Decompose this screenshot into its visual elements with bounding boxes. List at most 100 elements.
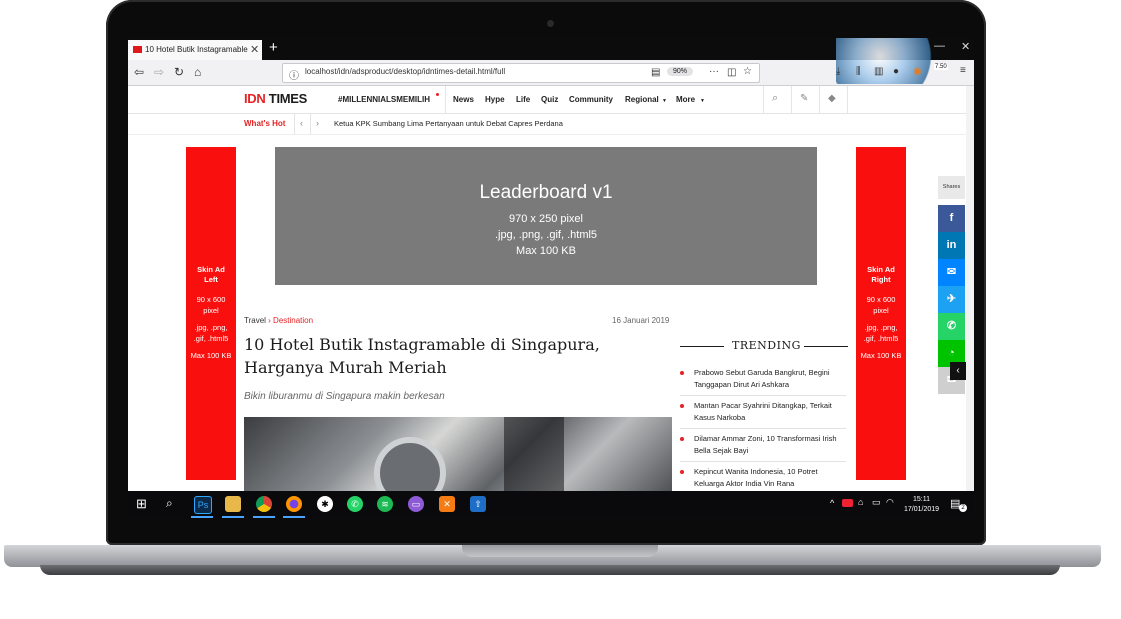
nav-hype[interactable]: Hype: [485, 95, 505, 104]
spotify-icon[interactable]: ≋: [377, 496, 393, 512]
extension-icon[interactable]: ●: [893, 66, 899, 77]
page-actions-icon[interactable]: ···: [709, 66, 719, 77]
wifi-icon[interactable]: ◠: [886, 497, 894, 508]
active-app-indicator: [253, 516, 275, 518]
media-app-icon[interactable]: ▭: [408, 496, 424, 512]
active-app-indicator: [283, 516, 305, 518]
leaderboard-max: Max 100 KB: [516, 245, 576, 257]
windows-start-icon[interactable]: ⊞: [136, 496, 147, 512]
header-divider: [763, 86, 764, 113]
divider: [310, 114, 311, 134]
url-bar[interactable]: ⓘ localhost/idn/adsproduct/desktop/idnti…: [282, 63, 760, 83]
battery-icon[interactable]: ▭: [872, 497, 881, 508]
notification-count: 2: [959, 504, 967, 512]
firefox-icon[interactable]: [286, 496, 302, 512]
collapse-share-icon[interactable]: ‹: [950, 362, 966, 380]
ticker-prev-icon[interactable]: ‹: [300, 118, 303, 128]
search-icon[interactable]: ⌕: [166, 496, 173, 511]
tray-app-icon[interactable]: [842, 499, 853, 507]
pencil-icon[interactable]: ✎: [800, 93, 808, 104]
taskbar-clock[interactable]: 15:11 17/01/2019: [904, 495, 939, 515]
facebook-icon[interactable]: f: [938, 205, 965, 232]
header-divider: [445, 86, 446, 113]
article-lead: Bikin liburanmu di Singapura makin berke…: [244, 391, 445, 402]
messenger-icon[interactable]: ✉: [938, 259, 965, 286]
breadcrumb: Travel › Destination: [244, 316, 314, 325]
search-icon[interactable]: ⌕: [772, 92, 778, 105]
tray-expand-icon[interactable]: ^: [830, 498, 834, 508]
slack-icon[interactable]: ✱: [317, 496, 333, 512]
web-page: IDN TIMES #MILLENNIALSMEMILIH News Hype …: [128, 86, 974, 518]
file-explorer-icon[interactable]: [225, 496, 241, 512]
reload-icon[interactable]: ↻: [174, 65, 184, 79]
whatsapp-icon[interactable]: ✆: [938, 313, 965, 340]
back-icon[interactable]: ⇦: [134, 65, 144, 79]
laptop-notch: [462, 545, 658, 557]
trending-rule-left: [680, 346, 724, 347]
breadcrumb-destination[interactable]: Destination: [273, 316, 313, 325]
forward-icon[interactable]: ⇨: [154, 65, 164, 79]
skin-ad-left[interactable]: Skin Ad Left 90 x 600 pixel .jpg, .png, .gi…: [186, 147, 236, 480]
idn-times-logo[interactable]: IDN TIMES: [244, 91, 307, 106]
twitter-icon[interactable]: ✈: [938, 286, 965, 313]
chrome-icon[interactable]: [256, 496, 272, 512]
browser-tab[interactable]: 10 Hotel Butik Instagramable di Singapur…: [128, 40, 262, 60]
nav-regional[interactable]: Regional: [625, 95, 659, 104]
active-app-indicator: [191, 516, 213, 518]
extension-icon-2[interactable]: ◉: [913, 66, 922, 77]
sidebar-icon[interactable]: ▥: [874, 66, 883, 77]
screen: 10 Hotel Butik Instagramable di Singapur…: [128, 38, 974, 518]
photoshop-icon[interactable]: Ps: [194, 496, 212, 514]
app-icon[interactable]: ⇧: [470, 496, 486, 512]
bookmark-star-icon[interactable]: ☆: [743, 66, 752, 77]
info-icon[interactable]: ⓘ: [289, 67, 299, 82]
nav-news[interactable]: News: [453, 95, 474, 104]
reader-view-icon[interactable]: ▤: [651, 67, 660, 78]
pocket-icon[interactable]: ◫: [727, 67, 736, 78]
scrollbar[interactable]: [966, 86, 974, 518]
ticker-headline[interactable]: Ketua KPK Sumbang Lima Pertanyaan untuk …: [334, 119, 563, 128]
leaderboard-size: 970 x 250 pixel: [509, 213, 583, 225]
tray-network-icon[interactable]: ⌂: [858, 497, 863, 507]
chevron-down-icon: ▼: [662, 98, 667, 104]
nav-life[interactable]: Life: [516, 95, 530, 104]
leaderboard-title: Leaderboard v1: [479, 182, 613, 203]
new-tab-button[interactable]: +: [269, 39, 278, 56]
nav-quiz[interactable]: Quiz: [541, 95, 558, 104]
article-title: 10 Hotel Butik Instagramable di Singapur…: [244, 335, 600, 377]
whatsapp-icon[interactable]: ✆: [347, 496, 363, 512]
close-window-icon[interactable]: ✕: [961, 40, 970, 53]
trending-heading: TRENDING: [732, 339, 801, 352]
divider: [294, 114, 295, 134]
ticker-next-icon[interactable]: ›: [316, 118, 319, 128]
header-divider: [819, 86, 820, 113]
skin-ad-right[interactable]: Skin Ad Right 90 x 600 pixel .jpg, .png, .g…: [856, 147, 906, 480]
webcam-icon: [547, 20, 554, 27]
divider: [680, 428, 846, 429]
shares-label: Shares: [938, 176, 965, 199]
library-icon[interactable]: ⫼: [856, 66, 861, 77]
leaderboard-formats: .jpg, .png, .gif, .html5: [494, 229, 598, 241]
close-tab-icon[interactable]: ✕: [250, 43, 259, 56]
leaderboard-ad[interactable]: Leaderboard v1 970 x 250 pixel .jpg, .pn…: [275, 147, 817, 285]
favicon-icon: [133, 46, 142, 53]
user-icon[interactable]: ◆: [828, 93, 836, 104]
nav-millennialsmemilih[interactable]: #MILLENNIALSMEMILIH: [338, 95, 430, 104]
trending-rule-right: [804, 346, 848, 347]
url-text: localhost/idn/adsproduct/desktop/idntime…: [305, 67, 506, 76]
whats-hot-bar: What's Hot ‹ › Ketua KPK Sumbang Lima Pe…: [128, 114, 974, 135]
nav-community[interactable]: Community: [569, 95, 613, 104]
windows-taskbar: ⊞ ⌕ Ps ✱ ✆ ≋ ▭ ✕ ⇧ ^ ⌂ ▭ ◠ 15:11 17/01/20…: [128, 491, 974, 518]
toolbar-background-image: [836, 38, 946, 84]
download-icon[interactable]: ⤓: [836, 66, 840, 77]
active-app-indicator: [222, 516, 244, 518]
menu-icon[interactable]: ≡: [960, 65, 966, 76]
breadcrumb-travel[interactable]: Travel: [244, 316, 266, 325]
xampp-icon[interactable]: ✕: [439, 496, 455, 512]
nav-more[interactable]: More: [676, 95, 695, 104]
linkedin-icon[interactable]: in: [938, 232, 965, 259]
home-icon[interactable]: ⌂: [194, 65, 201, 79]
zoom-level[interactable]: 90%: [667, 67, 694, 76]
extension-badge: 7.50: [934, 64, 948, 70]
article-date: 16 Januari 2019: [612, 316, 670, 325]
